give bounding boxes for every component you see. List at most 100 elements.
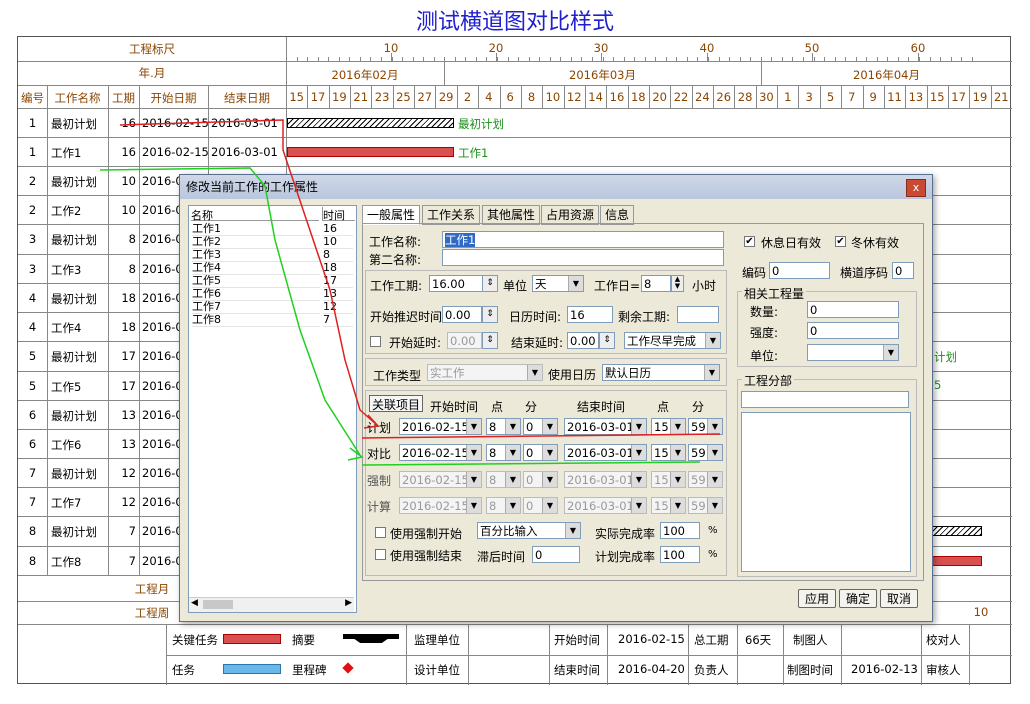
remaining-input[interactable] — [677, 306, 719, 323]
start-delay-checkbox[interactable] — [370, 336, 381, 347]
work-list[interactable]: 名称 时间 工作1 16 工作2 10 工作3 8 工作4 18 工作5 17 工作6 1… — [188, 205, 357, 613]
chevron-down-icon[interactable]: ▼ — [527, 365, 542, 380]
list-item[interactable]: 工作6 — [192, 287, 320, 301]
horizontal-scrollbar[interactable]: ◀ ▶ — [189, 597, 354, 612]
scroll-thumb[interactable] — [203, 600, 233, 609]
end-hour-select[interactable]: 15 ▼ — [651, 471, 686, 488]
list-item-time[interactable]: 18 — [323, 261, 353, 275]
end-minute-select[interactable]: 59 ▼ — [688, 418, 723, 435]
section-input[interactable] — [741, 391, 909, 408]
name-input[interactable]: 工作1 — [442, 231, 724, 248]
chevron-down-icon[interactable]: ▼ — [670, 419, 685, 434]
chevron-down-icon[interactable]: ▼ — [704, 365, 719, 380]
tab-resources[interactable]: 占用资源 — [541, 205, 600, 225]
start-minute-select[interactable]: 0 ▼ — [523, 418, 558, 435]
chevron-down-icon[interactable]: ▼ — [631, 445, 646, 460]
chevron-down-icon[interactable]: ▼ — [505, 445, 520, 460]
scroll-left-icon[interactable]: ◀ — [191, 598, 198, 608]
list-item-time[interactable]: 12 — [323, 300, 353, 314]
section-list[interactable] — [741, 412, 911, 572]
chevron-down-icon[interactable]: ▼ — [707, 498, 722, 513]
end-hour-select[interactable]: 15 ▼ — [651, 444, 686, 461]
unit2-select[interactable]: ▼ — [807, 344, 899, 361]
chevron-down-icon[interactable]: ▼ — [705, 333, 720, 348]
tab-info[interactable]: 信息 — [600, 205, 635, 225]
chevron-down-icon[interactable]: ▼ — [631, 498, 646, 513]
list-header-name[interactable]: 名称 — [191, 207, 319, 222]
end-date-select[interactable]: 2016-03-01 ▼ — [564, 471, 647, 488]
tab-relations[interactable]: 工作关系 — [422, 205, 481, 225]
chevron-down-icon[interactable]: ▼ — [466, 445, 481, 460]
end-minute-select[interactable]: 59 ▼ — [688, 497, 723, 514]
duration-spinner[interactable]: ⇕ — [482, 275, 498, 292]
chevron-down-icon[interactable]: ▼ — [505, 472, 520, 487]
force-start-checkbox[interactable] — [375, 527, 386, 538]
plan-rate-input[interactable]: 100 — [660, 546, 700, 563]
push-input[interactable]: 0.00 — [442, 306, 482, 323]
chevron-down-icon[interactable]: ▼ — [631, 419, 646, 434]
list-item[interactable]: 工作2 — [192, 235, 320, 249]
list-item-time[interactable]: 7 — [323, 313, 353, 327]
apply-button[interactable]: 应用 — [798, 589, 836, 608]
chevron-down-icon[interactable]: ▼ — [568, 276, 583, 291]
chevron-down-icon[interactable]: ▼ — [505, 498, 520, 513]
scroll-right-icon[interactable]: ▶ — [345, 598, 352, 608]
critical-bar[interactable] — [287, 147, 454, 157]
workday-input[interactable]: 8 — [641, 275, 671, 292]
list-item-time[interactable]: 16 — [323, 222, 353, 236]
duration-input[interactable]: 16.00 — [429, 275, 483, 292]
chevron-down-icon[interactable]: ▼ — [707, 445, 722, 460]
list-item-time[interactable]: 13 — [323, 287, 353, 301]
related-items-header[interactable]: 关联项目 — [369, 395, 424, 412]
chevron-down-icon[interactable]: ▼ — [542, 472, 557, 487]
list-item[interactable]: 工作1 — [192, 222, 320, 236]
winter-valid-checkbox[interactable]: ✔ — [835, 236, 846, 247]
tab-general[interactable]: 一般属性 — [362, 205, 421, 225]
start-delay-spinner[interactable]: ⇕ — [482, 332, 498, 349]
worktype-select[interactable]: 实工作 ▼ — [427, 364, 543, 381]
start-minute-select[interactable]: 0 ▼ — [523, 444, 558, 461]
end-hour-select[interactable]: 15 ▼ — [651, 497, 686, 514]
calendar-select[interactable]: 默认日历 ▼ — [602, 364, 720, 381]
list-item[interactable]: 工作4 — [192, 261, 320, 275]
tab-other[interactable]: 其他属性 — [482, 205, 541, 225]
lane-input[interactable]: 0 — [892, 262, 914, 279]
chevron-down-icon[interactable]: ▼ — [670, 498, 685, 513]
rest-valid-checkbox[interactable]: ✔ — [744, 236, 755, 247]
list-item-time[interactable]: 17 — [323, 274, 353, 288]
chevron-down-icon[interactable]: ▼ — [505, 419, 520, 434]
actual-rate-input[interactable]: 100 — [660, 522, 700, 539]
lag-input[interactable]: 0 — [532, 546, 580, 563]
cancel-button[interactable]: 取消 — [880, 589, 918, 608]
end-minute-select[interactable]: 59 ▼ — [688, 471, 723, 488]
chevron-down-icon[interactable]: ▼ — [542, 498, 557, 513]
list-item[interactable]: 工作7 — [192, 300, 320, 314]
start-hour-select[interactable]: 8 ▼ — [486, 444, 521, 461]
list-item-time[interactable]: 10 — [323, 235, 353, 249]
chevron-down-icon[interactable]: ▼ — [670, 472, 685, 487]
end-date-select[interactable]: 2016-03-01 ▼ — [564, 418, 647, 435]
chevron-down-icon[interactable]: ▼ — [565, 523, 580, 538]
end-date-select[interactable]: 2016-03-01 ▼ — [564, 444, 647, 461]
end-delay-spinner[interactable]: ⇕ — [599, 332, 615, 349]
chevron-down-icon[interactable]: ▼ — [707, 419, 722, 434]
chevron-down-icon[interactable]: ▼ — [670, 445, 685, 460]
percent-mode-select[interactable]: 百分比输入 ▼ — [477, 522, 581, 539]
chevron-down-icon[interactable]: ▼ — [631, 472, 646, 487]
chevron-down-icon[interactable]: ▼ — [466, 472, 481, 487]
start-hour-select[interactable]: 8 ▼ — [486, 471, 521, 488]
code-input[interactable]: 0 — [769, 262, 830, 279]
chevron-down-icon[interactable]: ▼ — [466, 419, 481, 434]
start-delay-input[interactable]: 0.00 — [447, 332, 482, 349]
qty-input[interactable]: 0 — [807, 301, 899, 318]
start-minute-select[interactable]: 0 ▼ — [523, 471, 558, 488]
plan-bar[interactable] — [287, 118, 454, 128]
ok-button[interactable]: 确定 — [839, 589, 877, 608]
start-hour-select[interactable]: 8 ▼ — [486, 418, 521, 435]
calendar-time-input[interactable]: 16 — [567, 306, 613, 323]
start-date-select[interactable]: 2016-02-15 ▼ — [399, 444, 482, 461]
end-hour-select[interactable]: 15 ▼ — [651, 418, 686, 435]
chevron-down-icon[interactable]: ▼ — [707, 472, 722, 487]
chevron-down-icon[interactable]: ▼ — [883, 345, 898, 360]
start-date-select[interactable]: 2016-02-15 ▼ — [399, 471, 482, 488]
